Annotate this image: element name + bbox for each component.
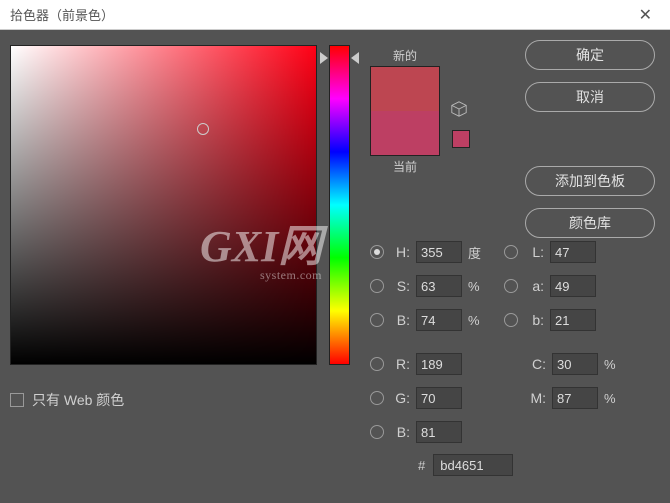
l-radio[interactable] [504, 245, 518, 259]
h-input[interactable] [416, 241, 462, 263]
lab-b-input[interactable] [550, 309, 596, 331]
c-unit: % [604, 357, 622, 372]
new-label: 新的 [370, 47, 440, 64]
g-radio[interactable] [370, 391, 384, 405]
button-column: 确定 取消 添加到色板 颜色库 [525, 40, 655, 238]
saturation-value-picker[interactable] [10, 45, 317, 365]
rgb-b-label: B: [390, 424, 410, 440]
cancel-button[interactable]: 取消 [525, 82, 655, 112]
main-content: 只有 Web 颜色 新的 当前 确定 取消 添加到色板 [0, 30, 670, 503]
m-input[interactable] [552, 387, 598, 409]
c-input[interactable] [552, 353, 598, 375]
m-label: M: [526, 390, 546, 406]
new-color-swatch[interactable] [371, 67, 439, 111]
hex-input[interactable] [433, 454, 513, 476]
color-libraries-button[interactable]: 颜色库 [525, 208, 655, 238]
a-radio[interactable] [504, 279, 518, 293]
rgb-b-input[interactable] [416, 421, 462, 443]
gamut-warning-icon[interactable] [450, 100, 468, 118]
window-title: 拾色器（前景色） [10, 5, 114, 24]
m-unit: % [604, 391, 622, 406]
hsb-b-radio[interactable] [370, 313, 384, 327]
right-panel: 新的 当前 确定 取消 添加到色板 颜色库 [350, 40, 660, 493]
h-radio[interactable] [370, 245, 384, 259]
lab-b-label: b: [524, 312, 544, 328]
hue-slider[interactable] [329, 45, 350, 365]
current-label: 当前 [370, 158, 440, 175]
sv-cursor-icon [197, 123, 209, 135]
ok-button[interactable]: 确定 [525, 40, 655, 70]
hsb-b-unit: % [468, 313, 486, 328]
rgb-b-radio[interactable] [370, 425, 384, 439]
g-label: G: [390, 390, 410, 406]
left-panel: 只有 Web 颜色 [10, 40, 350, 493]
l-label: L: [524, 244, 544, 260]
hsb-b-label: B: [390, 312, 410, 328]
web-colors-label: 只有 Web 颜色 [32, 390, 124, 410]
close-icon[interactable]: ✕ [631, 1, 660, 29]
web-colors-checkbox[interactable] [10, 393, 24, 407]
add-to-swatches-button[interactable]: 添加到色板 [525, 166, 655, 196]
h-label: H: [390, 244, 410, 260]
l-input[interactable] [550, 241, 596, 263]
r-radio[interactable] [370, 357, 384, 371]
color-fields: H: 度 L: S: % a: [370, 235, 650, 476]
r-input[interactable] [416, 353, 462, 375]
h-unit: 度 [468, 243, 486, 262]
lab-b-radio[interactable] [504, 313, 518, 327]
hsb-b-input[interactable] [416, 309, 462, 331]
gamut-corrected-swatch[interactable] [452, 130, 470, 148]
g-input[interactable] [416, 387, 462, 409]
c-label: C: [526, 356, 546, 372]
current-color-swatch[interactable] [371, 111, 439, 155]
s-unit: % [468, 279, 486, 294]
s-label: S: [390, 278, 410, 294]
hex-prefix: # [418, 458, 425, 473]
titlebar: 拾色器（前景色） ✕ [0, 0, 670, 30]
a-label: a: [524, 278, 544, 294]
s-radio[interactable] [370, 279, 384, 293]
s-input[interactable] [416, 275, 462, 297]
r-label: R: [390, 356, 410, 372]
swatch-area: 新的 当前 [370, 45, 468, 177]
a-input[interactable] [550, 275, 596, 297]
hue-marker-left-icon [320, 52, 328, 64]
